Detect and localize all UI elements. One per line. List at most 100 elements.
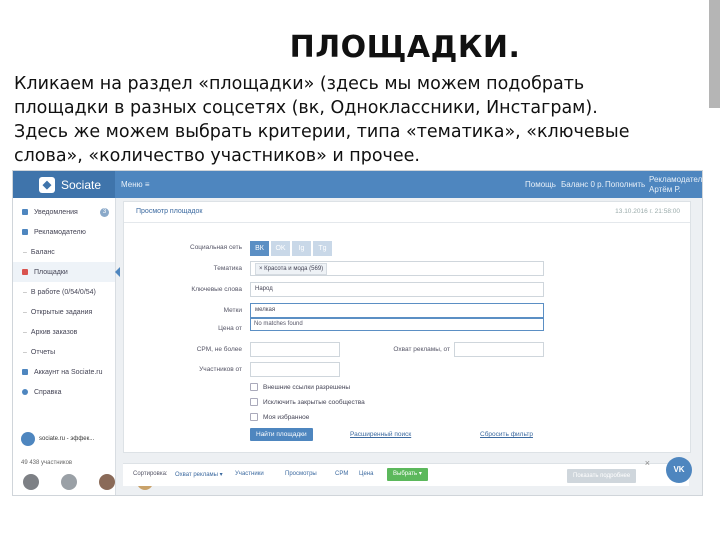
- sort-cpm[interactable]: CPM: [335, 471, 348, 477]
- account-role: Рекламодатель: [649, 175, 703, 184]
- find-platforms-button[interactable]: Найти площадки: [250, 428, 313, 441]
- app-logo[interactable]: ◆ Sociate: [13, 171, 115, 198]
- sort-price[interactable]: Цена: [359, 471, 373, 477]
- social-label: Социальная сеть: [190, 244, 242, 251]
- show-details-button[interactable]: Показать подробнее: [567, 469, 637, 483]
- platforms-panel: Просмотр площадок 13.10.2016 г. 21:58:00…: [123, 201, 691, 453]
- balance-display[interactable]: Баланс 0 р.: [561, 171, 604, 198]
- slide-line: площадки в разных соцсетях (вк, Одноклас…: [14, 98, 598, 118]
- sort-members[interactable]: Участники: [235, 471, 264, 477]
- topic-label: Тематика: [213, 265, 242, 272]
- menu-button[interactable]: Меню ≡: [121, 171, 150, 198]
- panel-title: Просмотр площадок: [136, 208, 203, 215]
- sidebar-item-reports[interactable]: – Отчеты: [13, 342, 115, 362]
- top-bar: ◆ Sociate Меню ≡ Помощь Баланс 0 р. Попо…: [13, 171, 702, 198]
- choose-button[interactable]: Выбрать ▾: [387, 468, 428, 481]
- panel-date: 13.10.2016 г. 21:58:00: [615, 208, 680, 215]
- keywords-input[interactable]: Народ: [250, 282, 544, 297]
- info-icon: [22, 389, 28, 395]
- sidebar-item-label: Справка: [34, 388, 62, 396]
- account-menu[interactable]: Рекламодатель Артём Р.: [649, 175, 703, 202]
- app-screenshot: ◆ Sociate Меню ≡ Помощь Баланс 0 р. Попо…: [12, 170, 703, 496]
- slide-title: ПЛОЩАДКИ.: [289, 30, 521, 65]
- logo-text: Sociate: [61, 177, 102, 192]
- sort-reach[interactable]: Охват рекламы ▾: [175, 471, 223, 478]
- external-links-checkbox[interactable]: Внешние ссылки разрешены: [250, 383, 350, 391]
- user-icon: [22, 369, 28, 375]
- tags-input[interactable]: мелкая: [250, 303, 544, 318]
- sidebar-item-archive[interactable]: – Архив заказов: [13, 322, 115, 342]
- cpm-label: CPM, не более: [196, 346, 242, 353]
- sort-label: Сортировка:: [133, 471, 168, 477]
- vk-network-icon[interactable]: ВК: [250, 241, 269, 256]
- reset-filter-link[interactable]: Сбросить фильтр: [480, 431, 533, 438]
- sidebar-item-label: Отчеты: [30, 348, 56, 356]
- sidebar-item-open-tasks[interactable]: – Открытые задания: [13, 302, 115, 322]
- sidebar-item-label: В работе (0/54/0/54): [30, 288, 96, 296]
- slide-line: слова», «количество участников» и прочее…: [14, 146, 420, 166]
- sidebar-item-help[interactable]: Справка: [13, 382, 115, 402]
- sidebar-item-label: Баланс: [30, 248, 55, 256]
- checkbox-label: Исключить закрытые сообщества: [263, 398, 365, 406]
- bell-icon: [22, 209, 28, 215]
- exclude-closed-checkbox[interactable]: Исключить закрытые сообщества: [250, 398, 365, 406]
- promo-avatar: [21, 432, 35, 446]
- sort-views[interactable]: Просмотры: [285, 471, 317, 477]
- keywords-label: Ключевые слова: [191, 286, 242, 293]
- instagram-network-icon[interactable]: Ig: [292, 241, 311, 256]
- list-icon: [22, 269, 28, 275]
- account-name: Артём Р.: [649, 185, 681, 194]
- sidebar-item-label: Архив заказов: [30, 328, 78, 336]
- sidebar-item-platforms[interactable]: Площадки: [13, 262, 120, 282]
- sidebar-item-label: Уведомления: [34, 208, 78, 216]
- advanced-search-link[interactable]: Расширенный поиск: [350, 431, 411, 438]
- sidebar-item-in-progress[interactable]: – В работе (0/54/0/54): [13, 282, 115, 302]
- sidebar-item-label: Аккаунт на Sociate.ru: [34, 368, 103, 376]
- logo-icon: ◆: [39, 176, 55, 193]
- panel-header: Просмотр площадок 13.10.2016 г. 21:58:00: [124, 202, 690, 223]
- help-link[interactable]: Помощь: [525, 171, 556, 198]
- avatar[interactable]: [61, 474, 77, 490]
- slide-line: Здесь же можем выбрать критерии, типа «т…: [14, 122, 630, 142]
- sort-bar: Сортировка: Охват рекламы ▾ Участники Пр…: [123, 463, 689, 486]
- slide-line: Кликаем на раздел «площадки» (здесь мы м…: [14, 74, 585, 94]
- slide-description: Кликаем на раздел «площадки» (здесь мы м…: [14, 72, 704, 168]
- checkbox-label: Внешние ссылки разрешены: [263, 383, 351, 391]
- checkbox-box[interactable]: [250, 398, 258, 406]
- sidebar-item-balance[interactable]: – Баланс: [13, 242, 115, 262]
- briefcase-icon: [22, 229, 28, 235]
- ok-network-icon[interactable]: OK: [271, 241, 290, 256]
- members-count: 49 438 участников: [21, 460, 73, 466]
- price-label: Цена от: [218, 325, 242, 332]
- favorites-checkbox[interactable]: Моя избранное: [250, 413, 309, 421]
- sidebar-item-account[interactable]: Аккаунт на Sociate.ru: [13, 362, 115, 382]
- avatar[interactable]: [99, 474, 115, 490]
- reach-input[interactable]: [454, 342, 544, 357]
- promo-title: sociate.ru - эффек...: [39, 436, 95, 442]
- telegram-network-icon[interactable]: Tg: [313, 241, 332, 256]
- promo-block[interactable]: sociate.ru - эффек...: [21, 428, 109, 450]
- close-icon[interactable]: ×: [645, 458, 650, 468]
- sidebar-item-label: Площадки: [34, 268, 68, 276]
- topic-select[interactable]: × Красота и мода (569): [250, 261, 544, 276]
- members-input[interactable]: [250, 362, 340, 377]
- tags-no-matches: No matches found: [250, 318, 544, 331]
- cpm-input[interactable]: [250, 342, 340, 357]
- avatar[interactable]: [23, 474, 39, 490]
- topup-link[interactable]: Пополнить: [605, 171, 645, 198]
- vk-widget-icon[interactable]: VK: [666, 457, 692, 483]
- members-label: Участников от: [199, 366, 242, 373]
- reach-label: Охват рекламы, от: [393, 346, 450, 353]
- checkbox-box[interactable]: [250, 383, 258, 391]
- notification-badge: 3: [100, 207, 109, 217]
- sidebar-item-label: Рекламодателю: [34, 228, 86, 236]
- sidebar-item-label: Открытые задания: [30, 308, 93, 316]
- topic-tag[interactable]: × Красота и мода (569): [255, 263, 328, 275]
- sidebar-item-notifications[interactable]: Уведомления 3: [13, 202, 115, 222]
- sidebar: Уведомления 3 Рекламодателю – Баланс Пло…: [13, 198, 153, 495]
- active-indicator: [115, 267, 120, 277]
- sidebar-item-advertiser[interactable]: Рекламодателю: [13, 222, 115, 242]
- tags-label: Метки: [223, 307, 242, 314]
- social-network-selector: ВК OK Ig Tg: [250, 241, 334, 256]
- checkbox-box[interactable]: [250, 413, 258, 421]
